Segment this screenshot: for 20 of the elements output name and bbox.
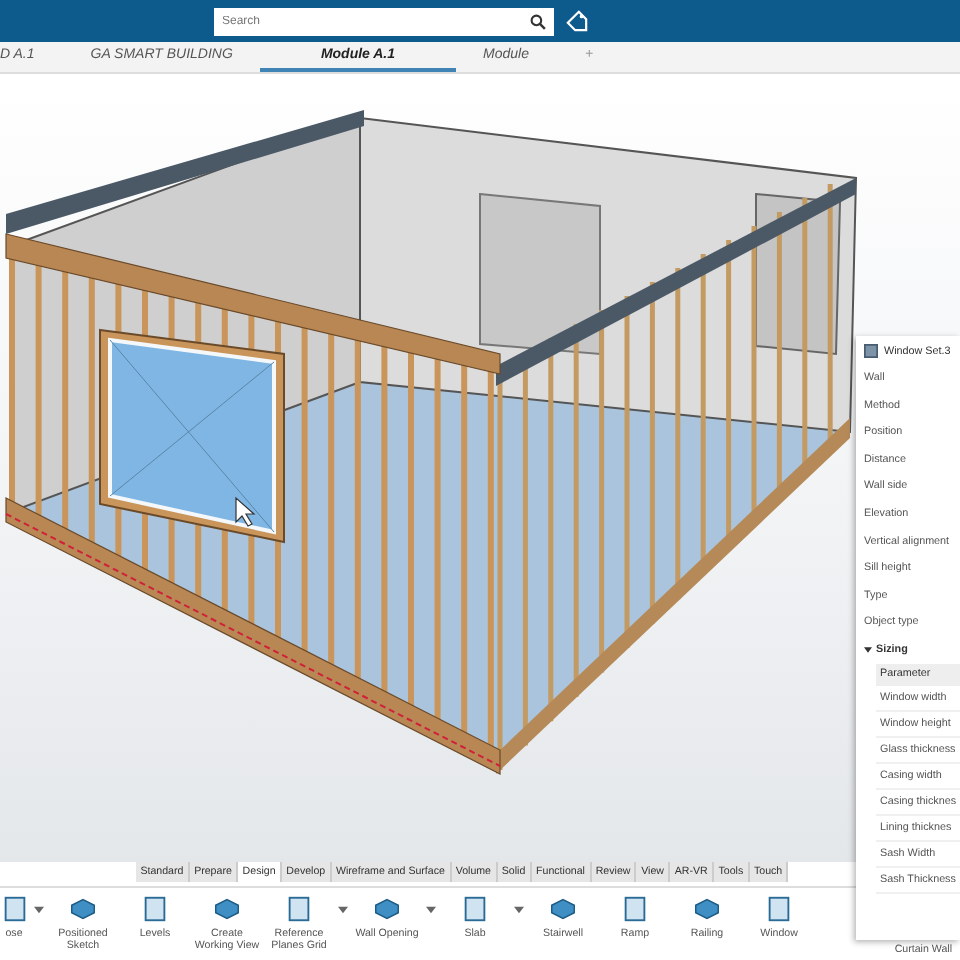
triangle-icon [864, 646, 872, 655]
block-icon [212, 894, 242, 924]
block-icon [692, 894, 722, 924]
search-icon[interactable] [530, 13, 546, 29]
tag-icon[interactable] [566, 10, 588, 32]
caret-icon[interactable] [34, 906, 44, 914]
frame-icon [764, 894, 794, 924]
frame-icon [140, 894, 170, 924]
frame-icon [284, 894, 314, 924]
block-icon [68, 894, 98, 924]
block-icon [548, 894, 578, 924]
caret-icon[interactable] [426, 906, 436, 914]
block-icon [372, 894, 402, 924]
frame-icon [620, 894, 650, 924]
caret-icon[interactable] [514, 906, 524, 914]
frame-icon [0, 894, 29, 924]
frame-icon [460, 894, 490, 924]
window-icon [864, 344, 878, 358]
caret-icon[interactable] [338, 906, 348, 914]
cursor-icon [235, 496, 256, 527]
